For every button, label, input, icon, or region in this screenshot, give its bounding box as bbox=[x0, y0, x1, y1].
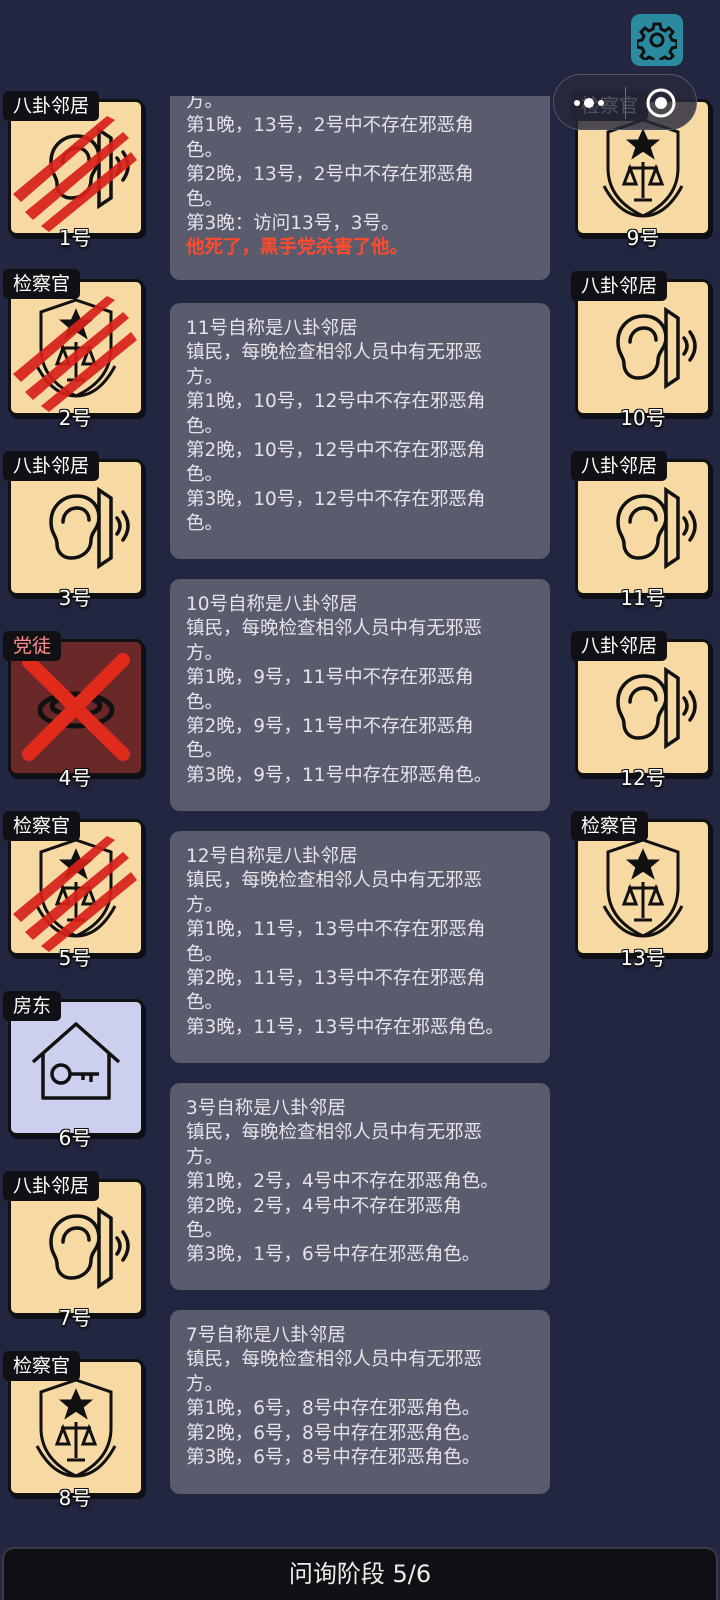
message-line: 第1晚，9号，11号中不存在邪恶角 bbox=[186, 667, 474, 689]
message-line: 第3晚，9号，11号中存在邪恶角色。 bbox=[186, 764, 493, 786]
message-line: 7号自称是八卦邻居 bbox=[186, 1325, 346, 1346]
ear-icon bbox=[616, 306, 697, 390]
player-number: 11号 bbox=[620, 586, 666, 610]
close-target-icon[interactable] bbox=[645, 87, 677, 119]
settings-button[interactable] bbox=[631, 14, 683, 66]
message-line: 第3晚，6号，8号中存在邪恶角色。 bbox=[186, 1447, 481, 1469]
message-line: 色。 bbox=[186, 943, 224, 965]
role-label: 八卦邻居 bbox=[3, 451, 100, 481]
message-line: 第2晚，9号，11号中不存在邪恶角 bbox=[186, 716, 474, 738]
message-line: 第2晚，10号，12号中不存在邪恶角 bbox=[186, 440, 486, 462]
message-line: 色。 bbox=[186, 513, 224, 535]
message-line: 第2晚，6号，8号中存在邪恶角色。 bbox=[186, 1422, 481, 1444]
role-label: 八卦邻居 bbox=[571, 451, 668, 481]
message-line: 第2晚，13号，2号中不存在邪恶角 bbox=[186, 164, 474, 186]
mini-program-capsule bbox=[553, 74, 697, 130]
claw-slash-icon bbox=[13, 296, 137, 412]
player-number: 9号 bbox=[626, 226, 660, 250]
message-line: 第1晚，2号，4号中不存在邪恶角色。 bbox=[186, 1171, 499, 1193]
message-line: 第3晚，1号，6号中存在邪恶角色。 bbox=[186, 1244, 481, 1266]
message-line: 方。 bbox=[186, 1373, 224, 1395]
role-label: 检察官 bbox=[3, 811, 81, 841]
player-number: 4号 bbox=[58, 766, 92, 790]
message-line: 色。 bbox=[186, 740, 224, 762]
message-line: 镇民，每晚检查相邻人员中有无邪恶 bbox=[186, 870, 483, 892]
message-line: 第1晚，13号，2号中不存在邪恶角 bbox=[186, 115, 474, 137]
message-line: 第2晚，2号，4号中不存在邪恶角 bbox=[186, 1195, 462, 1217]
message-line: 第3晚，10号，12号中不存在邪恶角 bbox=[186, 488, 486, 510]
justice-badge-icon bbox=[602, 838, 684, 938]
ear-icon bbox=[49, 486, 130, 570]
message-line: 方。 bbox=[186, 96, 224, 112]
gear-icon bbox=[637, 22, 677, 60]
player-number: 13号 bbox=[620, 946, 666, 970]
message-line: 3号自称是八卦邻居 bbox=[186, 1098, 346, 1119]
player-number: 1号 bbox=[58, 226, 92, 250]
message-line: 方。 bbox=[186, 642, 224, 664]
player-number: 6号 bbox=[58, 1126, 92, 1150]
role-label: 检察官 bbox=[571, 811, 649, 841]
message-line: 镇民，每晚检查相邻人员中有无邪恶 bbox=[186, 1122, 483, 1144]
justice-badge-icon bbox=[35, 1378, 117, 1478]
message-line: 第1晚，6号，8号中存在邪恶角色。 bbox=[186, 1398, 481, 1420]
ear-icon bbox=[616, 486, 697, 570]
message-card: 12号自称是八卦邻居 镇民，每晚检查相邻人员中有无邪恶 方。 第1晚，11号，1… bbox=[170, 831, 550, 1063]
message-line: 11号自称是八卦邻居 bbox=[186, 318, 358, 339]
message-line: 方。 bbox=[186, 366, 224, 388]
house-key-icon bbox=[31, 1022, 121, 1100]
role-label: 八卦邻居 bbox=[571, 631, 668, 661]
message-line: 色。 bbox=[186, 188, 224, 210]
message-line: 色。 bbox=[186, 415, 224, 437]
message-feed[interactable]: 方。 第1晚，13号，2号中不存在邪恶角 色。 第2晚，13号，2号中不存在邪恶… bbox=[160, 96, 560, 1500]
message-line: 色。 bbox=[186, 464, 224, 486]
role-label: 检察官 bbox=[3, 1351, 81, 1381]
more-dots-icon[interactable] bbox=[572, 96, 612, 110]
message-line: 第3晚，11号，13号中存在邪恶角色。 bbox=[186, 1016, 504, 1038]
message-line: 镇民，每晚检查相邻人员中有无邪恶 bbox=[186, 342, 483, 364]
message-line: 色。 bbox=[186, 992, 224, 1014]
player-number: 10号 bbox=[620, 406, 666, 430]
player-number: 12号 bbox=[620, 766, 666, 790]
role-label: 党徒 bbox=[3, 631, 62, 661]
message-line: 12号自称是八卦邻居 bbox=[186, 846, 358, 867]
message-line: 第3晚：访问13号，3号。 bbox=[186, 213, 400, 235]
player-number: 2号 bbox=[58, 406, 92, 430]
message-card: 11号自称是八卦邻居 镇民，每晚检查相邻人员中有无邪恶 方。 第1晚，10号，1… bbox=[170, 303, 550, 559]
role-label: 八卦邻居 bbox=[571, 271, 668, 301]
message-line: 方。 bbox=[186, 1146, 224, 1168]
message-line: 10号自称是八卦邻居 bbox=[186, 594, 358, 615]
message-card: 7号自称是八卦邻居 镇民，每晚检查相邻人员中有无邪恶 方。 第1晚，6号，8号中… bbox=[170, 1310, 550, 1494]
message-line: 色。 bbox=[186, 139, 224, 161]
message-line: 镇民，每晚检查相邻人员中有无邪恶 bbox=[186, 618, 483, 640]
ear-icon bbox=[49, 1206, 130, 1290]
capsule-divider bbox=[625, 87, 626, 119]
claw-slash-icon bbox=[13, 836, 137, 952]
role-label: 八卦邻居 bbox=[3, 1171, 100, 1201]
message-line: 镇民，每晚检查相邻人员中有无邪恶 bbox=[186, 1349, 483, 1371]
player-number: 5号 bbox=[58, 946, 92, 970]
player-number: 8号 bbox=[58, 1486, 92, 1510]
role-label: 检察官 bbox=[3, 269, 81, 299]
ear-icon bbox=[616, 666, 697, 750]
eliminated-cross-icon bbox=[22, 653, 130, 761]
role-label: 房东 bbox=[3, 991, 62, 1021]
claw-slash-icon bbox=[13, 116, 137, 232]
player-card-2[interactable] bbox=[8, 279, 144, 416]
player-number: 3号 bbox=[58, 586, 92, 610]
message-line: 色。 bbox=[186, 1220, 224, 1242]
message-line: 色。 bbox=[186, 691, 224, 713]
phase-indicator: 问询阶段 5/6 bbox=[2, 1547, 718, 1600]
message-line: 第2晚，11号，13号中不存在邪恶角 bbox=[186, 968, 486, 990]
death-notice: 他死了，黑手党杀害了他。 bbox=[186, 237, 409, 259]
message-line: 第1晚，10号，12号中不存在邪恶角 bbox=[186, 391, 486, 413]
message-card: 3号自称是八卦邻居 镇民，每晚检查相邻人员中有无邪恶 方。 第1晚，2号，4号中… bbox=[170, 1083, 550, 1290]
message-card: 10号自称是八卦邻居 镇民，每晚检查相邻人员中有无邪恶 方。 第1晚，9号，11… bbox=[170, 579, 550, 811]
message-card: 方。 第1晚，13号，2号中不存在邪恶角 色。 第2晚，13号，2号中不存在邪恶… bbox=[170, 96, 550, 280]
message-line: 方。 bbox=[186, 894, 224, 916]
message-line: 第1晚，11号，13号中不存在邪恶角 bbox=[186, 919, 486, 941]
role-label: 八卦邻居 bbox=[3, 91, 100, 121]
player-number: 7号 bbox=[58, 1306, 92, 1330]
